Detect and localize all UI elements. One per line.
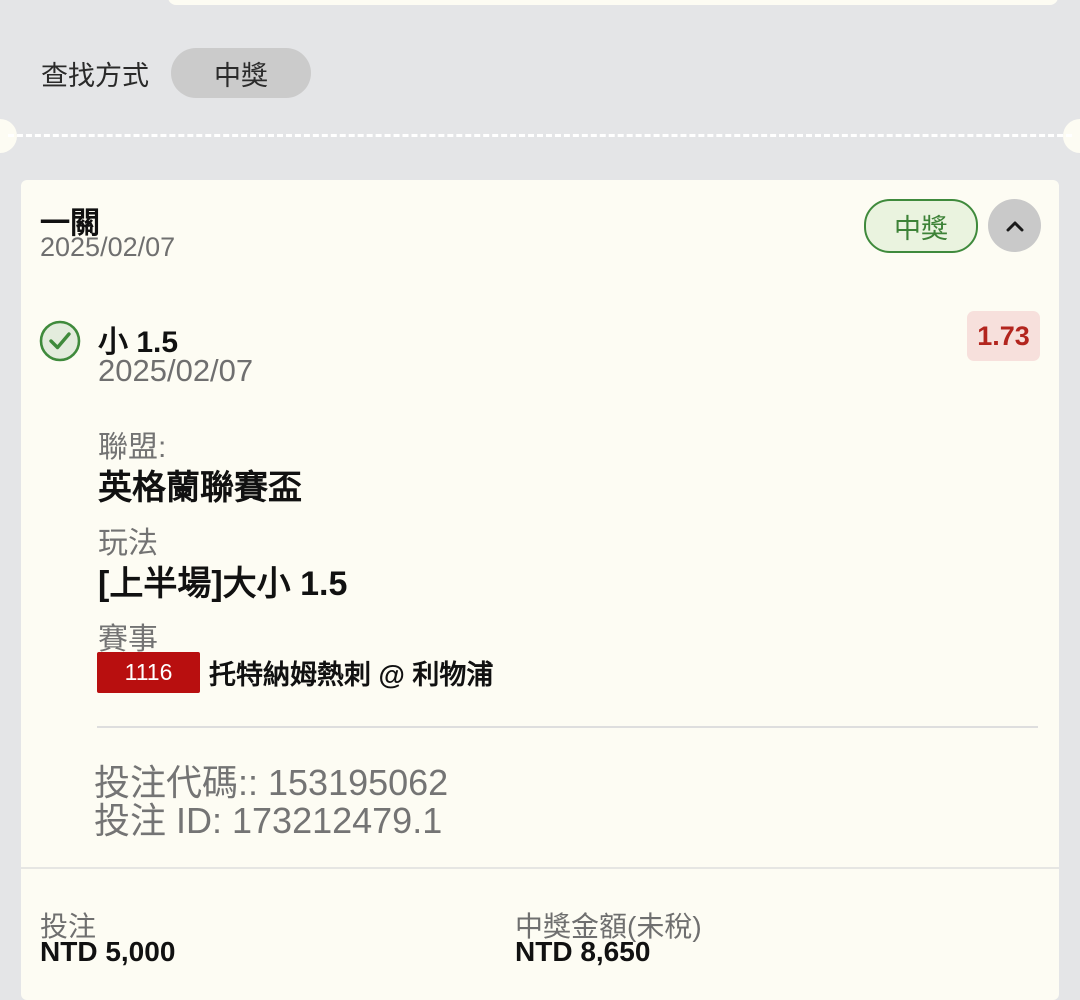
status-badge: 中獎 [864,199,978,253]
payout-value: NTD 8,650 [515,936,651,967]
previous-card-edge [168,0,1058,5]
bet-card: 一關 2025/02/07 中獎 小 1.5 2025/02/07 1.73 聯… [21,180,1059,1000]
event-code-badge: 1116 [97,652,200,693]
bet-id: 投注 ID: 173212479.1 [94,800,443,841]
market-value: [上半場]大小 1.5 [98,565,348,603]
search-filter-row: 查找方式 中獎 [41,48,311,98]
event-row: 1116 托特納姆熱刺 @ 利物浦 [97,652,493,693]
collapse-button[interactable] [988,199,1041,252]
event-name: 托特納姆熱刺 @ 利物浦 [209,660,494,690]
chevron-up-icon [1006,221,1023,231]
selection-date: 2025/02/07 [98,353,254,388]
filter-chip-won[interactable]: 中獎 [171,48,311,98]
footer-divider [21,867,1059,869]
bet-date: 2025/02/07 [40,232,176,262]
league-value: 英格蘭聯賽盃 [98,469,302,507]
check-circle-icon [39,320,81,362]
ticket-divider [8,134,1072,137]
stake-value: NTD 5,000 [40,936,176,967]
section-divider [97,726,1038,728]
search-label: 查找方式 [41,60,149,91]
odds-badge: 1.73 [967,311,1040,361]
